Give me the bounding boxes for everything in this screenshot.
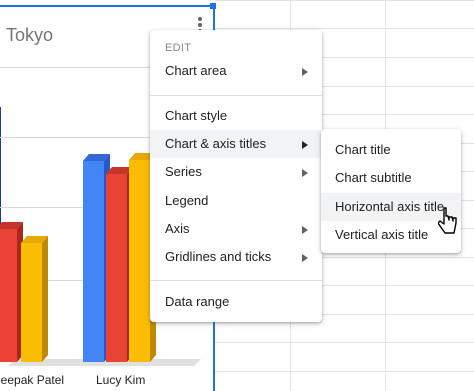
menu-item-axis[interactable]: Axis [150, 215, 322, 243]
menu-item-label: Legend [165, 193, 209, 208]
menu-item-data-range[interactable]: Data range [150, 288, 322, 316]
menu-item-chart-style[interactable]: Chart style [150, 102, 322, 130]
chart-bar[interactable] [0, 222, 23, 362]
menu-header: EDIT [165, 42, 192, 54]
menu-item-label: Data range [165, 294, 230, 309]
menu-item-label: Chart style [165, 108, 228, 123]
axis-category-label: Deepak Patel [0, 373, 65, 387]
chart-bar[interactable] [21, 236, 48, 362]
menu-item-label: Axis [165, 221, 190, 236]
menu-item-chart-axis-titles[interactable]: Chart & axis titles [150, 130, 322, 158]
axis-category-label: Lucy Kim [96, 373, 146, 387]
menu-item-legend[interactable]: Legend [150, 187, 322, 215]
edit-menu: EDIT Chart area Chart style Chart & axis… [150, 30, 322, 322]
menu-item-chart-area[interactable]: Chart area [150, 57, 322, 85]
submenu-arrow-icon [302, 254, 308, 262]
menu-item-label: Gridlines and ticks [165, 249, 272, 264]
menu-item-label: Chart & axis titles [165, 136, 267, 151]
submenu-item-label: Chart subtitle [335, 170, 412, 185]
submenu-item-label: Chart title [335, 142, 391, 157]
menu-divider [150, 95, 322, 96]
submenu-item-chart-title[interactable]: Chart title [321, 136, 461, 164]
submenu-arrow-icon [302, 169, 308, 177]
submenu-item-chart-subtitle[interactable]: Chart subtitle [321, 164, 461, 192]
chart-title[interactable]: Tokyo [6, 25, 53, 46]
submenu-item-label: Horizontal axis title [335, 199, 445, 214]
menu-item-series[interactable]: Series [150, 158, 322, 186]
submenu-item-label: Vertical axis title [335, 227, 429, 242]
bar-selection-edge [0, 107, 1, 227]
submenu-arrow-icon [302, 226, 308, 234]
menu-item-label: Chart area [165, 63, 227, 78]
submenu-arrow-icon [302, 68, 308, 76]
menu-divider [150, 280, 322, 281]
mouse-pointer-icon [438, 207, 457, 234]
menu-item-gridlines-ticks[interactable]: Gridlines and ticks [150, 243, 322, 271]
submenu-arrow-icon [302, 141, 308, 149]
resize-handle[interactable] [210, 3, 216, 9]
menu-item-label: Series [165, 164, 202, 179]
